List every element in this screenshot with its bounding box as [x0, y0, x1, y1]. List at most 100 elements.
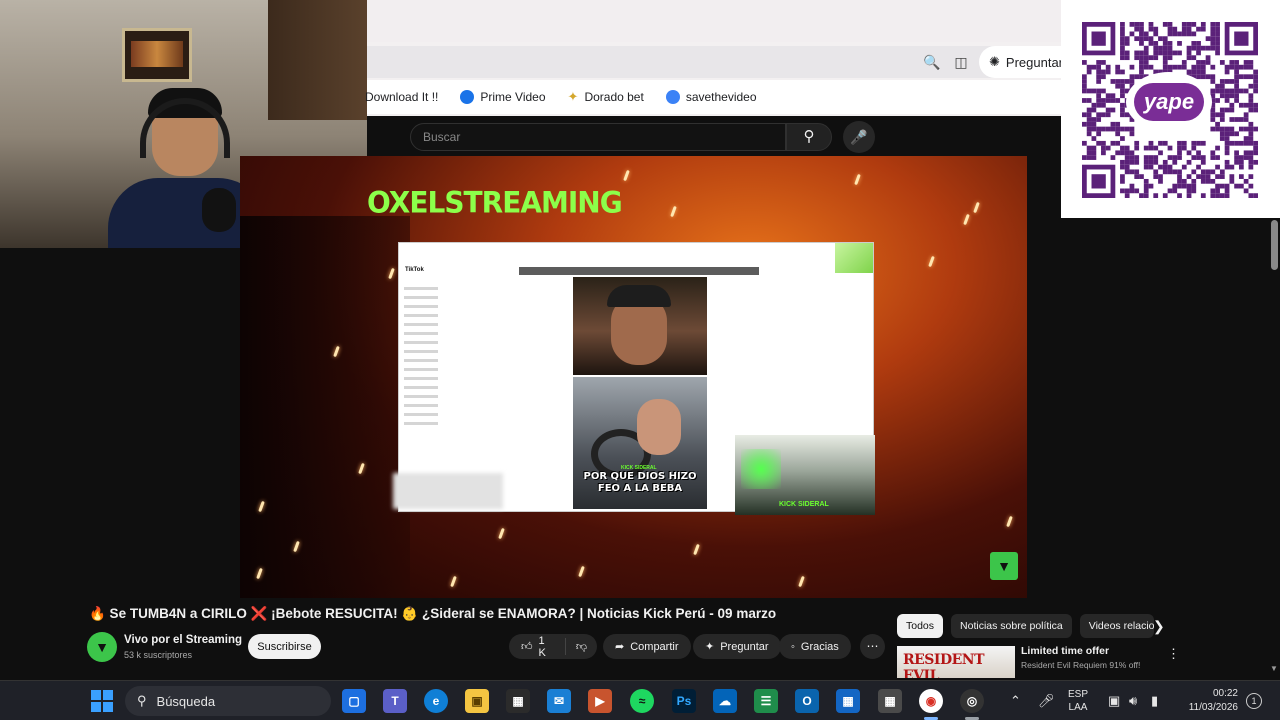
ad-description: Resident Evil Requiem 91% off!	[1021, 660, 1141, 670]
microphone-tray-icon[interactable]: 🎤︎	[1038, 681, 1055, 720]
channel-name[interactable]: Vivo por el Streaming	[124, 634, 242, 646]
media-player-icon[interactable]: ▶	[588, 689, 612, 713]
photoshop-icon[interactable]: Ps	[672, 689, 696, 713]
search-icon: ⚲	[137, 693, 147, 708]
teams-icon[interactable]: T	[383, 689, 407, 713]
thumbs-down-icon: 👎︎	[575, 641, 587, 653]
spark	[798, 575, 805, 588]
subscriber-count: 53 k suscriptores	[124, 650, 193, 660]
volume-icon[interactable]: 🔊︎	[1129, 681, 1137, 720]
like-dislike-group: 👍︎ 1 K 👎︎	[509, 634, 597, 659]
channel-watermark-icon[interactable]: ▼	[990, 552, 1018, 580]
chrome-icon[interactable]: ◉	[919, 689, 943, 713]
spark	[670, 205, 677, 218]
spark	[693, 543, 700, 556]
spark	[498, 527, 505, 540]
task-view-icon[interactable]: ▢	[342, 689, 366, 713]
calendar-icon[interactable]: ▦	[836, 689, 860, 713]
taskbar: ⚲ Búsqueda ▢ T e ▣ ▦ ✉ ▶ ≈ Ps ☁ ☰ O ▦ ▦ …	[0, 680, 1280, 720]
spark	[1006, 515, 1013, 528]
ask-ai-button[interactable]: ✦ Preguntar	[693, 634, 781, 659]
cabinet	[268, 0, 367, 120]
thumbs-up-icon: 👍︎	[521, 641, 533, 653]
spark	[450, 575, 457, 588]
ad-title[interactable]: Limited time offer	[1021, 645, 1109, 657]
search-input[interactable]: Buscar	[410, 123, 786, 151]
install-app-icon[interactable]: ◫	[953, 54, 969, 70]
windows-start-icon[interactable]	[91, 690, 113, 712]
address-bar: 🔍 ◫ ✺ Preguntar	[367, 46, 1073, 78]
search-icon: ⚲	[803, 128, 815, 145]
chip-relacionados[interactable]: Videos relacio	[1079, 614, 1154, 638]
clip-bottom: KICK SIDERAL POR QUE DIOS HIZO FEO A LA …	[573, 377, 707, 509]
streamer	[108, 88, 268, 248]
notepad-icon[interactable]: ☰	[754, 689, 778, 713]
yape-logo: yape	[1126, 72, 1212, 132]
outlook-icon[interactable]: O	[795, 689, 819, 713]
subscribe-button[interactable]: Suscribirse	[248, 634, 321, 659]
play-icon	[460, 90, 475, 104]
notification-icon[interactable]: 1	[1246, 693, 1262, 709]
search-button[interactable]: ⚲	[786, 123, 832, 151]
language-indicator[interactable]: ESP LAA	[1068, 688, 1088, 714]
youtube-header: Buscar ⚲ 🎤	[367, 116, 1061, 156]
edge-icon[interactable]: e	[424, 689, 448, 713]
bookmark-download-it[interactable]: Download It !!	[365, 90, 438, 104]
spark	[578, 565, 585, 578]
bookmarks-bar: Download It !! Prime Video ✦ Dorado bet …	[365, 80, 1061, 114]
ad-menu-icon[interactable]: ⋮	[1167, 646, 1180, 662]
sparkle-icon: ✦	[705, 641, 715, 653]
bookmark-dorado-bet[interactable]: ✦ Dorado bet	[568, 89, 644, 105]
chip-todos[interactable]: Todos	[897, 614, 944, 638]
spark	[973, 201, 980, 214]
tiktok-logo: TikTok	[405, 267, 424, 273]
clip-top	[573, 277, 707, 375]
page-scrollbar[interactable]	[1269, 218, 1280, 678]
inner-screen-capture: TikTok KICK SIDERAL POR QUE DIOS HIZO FE…	[393, 242, 875, 515]
file-explorer-icon[interactable]: ▣	[465, 689, 489, 713]
calculator-icon[interactable]: ▦	[878, 689, 902, 713]
battery-icon[interactable]: ▮	[1151, 681, 1158, 720]
obs-icon[interactable]: ◎	[960, 689, 984, 713]
ad-thumbnail[interactable]: RESIDENT EVIL	[897, 646, 1015, 678]
browser-chrome: 🔍 ◫ ✺ Preguntar Download It !! Prime Vid…	[365, 0, 1073, 116]
screen: 🔍 ◫ ✺ Preguntar Download It !! Prime Vid…	[0, 0, 1280, 720]
system-clock[interactable]: 00:22 11/03/2026	[1178, 687, 1238, 715]
show-hidden-icons[interactable]: ⌃	[1010, 681, 1021, 720]
super-thanks-icon: ◦	[791, 640, 795, 653]
channel-avatar[interactable]: ▼	[87, 632, 117, 662]
voice-search-button[interactable]: 🎤	[843, 121, 875, 153]
store-icon[interactable]: ▦	[506, 689, 530, 713]
bookmark-prime-video[interactable]: Prime Video	[460, 90, 546, 104]
mail-icon[interactable]: ✉	[547, 689, 571, 713]
zoom-icon[interactable]: 🔍	[923, 54, 940, 70]
share-icon: ➦	[615, 641, 625, 653]
chevron-right-icon[interactable]: ❯	[1153, 618, 1165, 635]
dislike-button[interactable]: 👎︎	[566, 640, 597, 653]
taskbar-search[interactable]: ⚲ Búsqueda	[125, 686, 331, 716]
scroll-down-arrow-icon[interactable]: ▼	[1268, 664, 1280, 674]
spark	[928, 255, 935, 268]
spark	[854, 173, 861, 186]
display-icon[interactable]: ▣	[1108, 681, 1120, 720]
inner-webcam: KICK SIDERAL	[735, 435, 875, 515]
savethevideo-icon	[665, 90, 680, 104]
more-icon: ⋯	[866, 639, 879, 653]
share-button[interactable]: ➦ Compartir	[603, 634, 691, 659]
thanks-button[interactable]: ◦ Gracias	[779, 634, 851, 659]
spotify-icon[interactable]: ≈	[630, 689, 654, 713]
chip-politica[interactable]: Noticias sobre política	[951, 614, 1072, 638]
microphone-icon: 🎤	[850, 129, 868, 145]
spark	[623, 169, 630, 182]
like-button[interactable]: 👍︎ 1 K	[509, 635, 566, 659]
tiktok-sidebar	[404, 281, 450, 481]
video-player[interactable]: OXELSTREAMING TikTok KICK SIDERAL POR QU…	[240, 156, 1027, 598]
ask-button[interactable]: ✺ Preguntar	[979, 46, 1073, 78]
blurred-area	[393, 473, 503, 509]
ask-icon: ✺	[989, 54, 1000, 69]
yape-qr-code: yape	[1061, 0, 1280, 218]
clip-caption: POR QUE DIOS HIZO FEO A LA BEBA	[583, 471, 697, 494]
onedrive-icon[interactable]: ☁	[713, 689, 737, 713]
more-actions-button[interactable]: ⋯	[860, 634, 885, 659]
bookmark-savethevideo[interactable]: savethevideo	[665, 90, 757, 104]
